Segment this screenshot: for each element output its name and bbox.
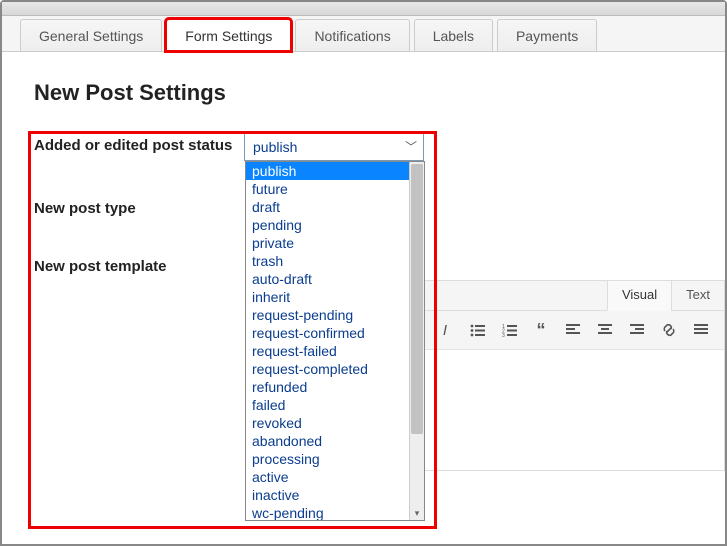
editor-tab-text[interactable]: Text — [671, 281, 724, 310]
post-type-label: New post type — [34, 195, 244, 219]
svg-text:3: 3 — [502, 333, 505, 337]
post-status-label: Added or edited post status — [34, 132, 244, 156]
status-option-revoked[interactable]: revoked — [246, 414, 409, 432]
status-option-auto-draft[interactable]: auto-draft — [246, 270, 409, 288]
status-option-failed[interactable]: failed — [246, 396, 409, 414]
status-option-request-pending[interactable]: request-pending — [246, 306, 409, 324]
status-option-trash[interactable]: trash — [246, 252, 409, 270]
align-left-icon[interactable] — [560, 317, 586, 343]
chevron-down-icon: ﹀ — [405, 138, 417, 155]
status-option-pending[interactable]: pending — [246, 216, 409, 234]
status-option-wc-pending[interactable]: wc-pending — [246, 504, 409, 520]
status-option-request-failed[interactable]: request-failed — [246, 342, 409, 360]
status-option-future[interactable]: future — [246, 180, 409, 198]
status-option-abandoned[interactable]: abandoned — [246, 432, 409, 450]
tab-notifications[interactable]: Notifications — [295, 19, 409, 51]
dropdown-scrollbar[interactable]: ▾ — [409, 162, 424, 520]
status-option-request-completed[interactable]: request-completed — [246, 360, 409, 378]
post-template-label: New post template — [34, 253, 244, 277]
status-option-processing[interactable]: processing — [246, 450, 409, 468]
status-option-refunded[interactable]: refunded — [246, 378, 409, 396]
status-option-request-confirmed[interactable]: request-confirmed — [246, 324, 409, 342]
italic-icon[interactable]: I — [432, 317, 458, 343]
bullet-list-icon[interactable] — [464, 317, 490, 343]
status-option-inactive[interactable]: inactive — [246, 486, 409, 504]
tab-form-settings[interactable]: Form Settings — [166, 19, 291, 51]
status-option-private[interactable]: private — [246, 234, 409, 252]
numbered-list-icon[interactable]: 123 — [496, 317, 522, 343]
link-icon[interactable] — [656, 317, 682, 343]
align-right-icon[interactable] — [624, 317, 650, 343]
tab-general-settings[interactable]: General Settings — [20, 19, 162, 51]
status-option-active[interactable]: active — [246, 468, 409, 486]
tab-labels[interactable]: Labels — [414, 19, 493, 51]
editor-tab-visual[interactable]: Visual — [607, 281, 671, 311]
settings-tabs: General Settings Form Settings Notificat… — [2, 16, 725, 52]
post-status-selected: publish — [253, 139, 297, 155]
blockquote-icon[interactable]: “ — [528, 317, 554, 343]
more-icon[interactable] — [688, 317, 714, 343]
status-option-inherit[interactable]: inherit — [246, 288, 409, 306]
post-status-dropdown: publishfuturedraftpendingprivatetrashaut… — [245, 161, 425, 521]
status-option-draft[interactable]: draft — [246, 198, 409, 216]
tab-payments[interactable]: Payments — [497, 19, 597, 51]
status-option-publish[interactable]: publish — [246, 162, 409, 180]
post-status-select[interactable]: publish ﹀ publishfuturedraftpendingpriva… — [244, 132, 424, 161]
align-center-icon[interactable] — [592, 317, 618, 343]
page-title: New Post Settings — [34, 80, 693, 106]
